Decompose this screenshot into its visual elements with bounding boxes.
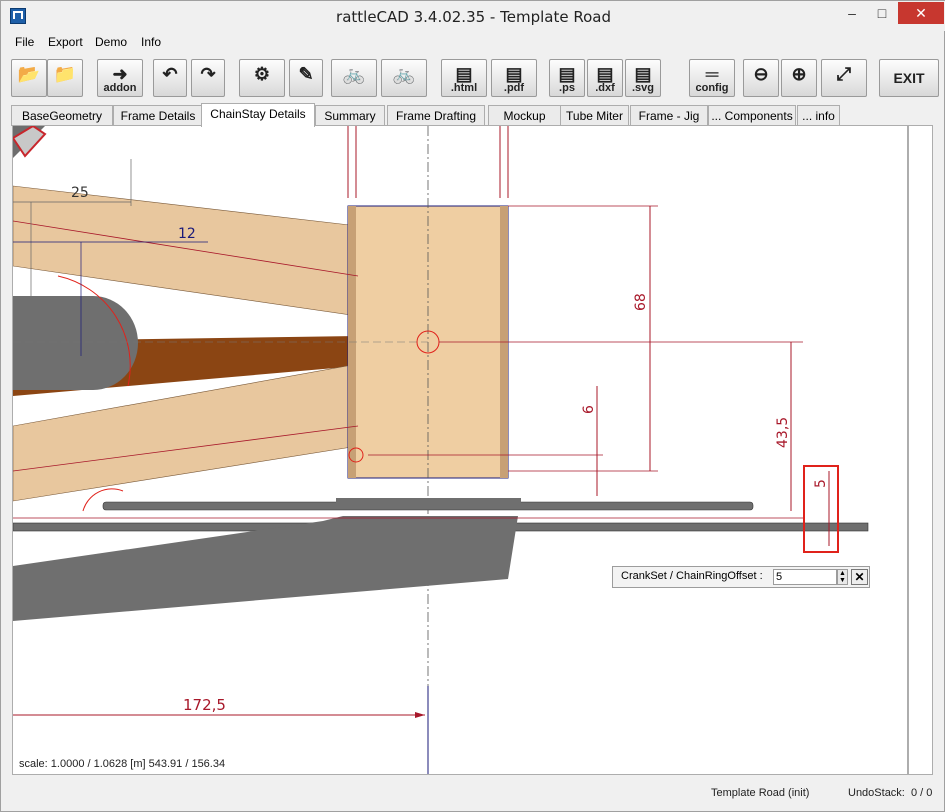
addon-label: addon	[103, 82, 137, 94]
config-slider-icon: ═	[705, 64, 719, 84]
bike-red-alt-icon: 🚲	[392, 64, 416, 84]
open-template-button[interactable]: 📁	[47, 59, 83, 97]
tab-frame-drafting[interactable]: Frame Drafting	[387, 105, 485, 126]
bike-view-button[interactable]: 🚲	[331, 59, 377, 97]
export-ps-button[interactable]: ▤ .ps	[549, 59, 585, 97]
exit-button[interactable]: EXIT	[879, 59, 939, 97]
undo-button[interactable]: ↶	[153, 59, 187, 97]
chainring-offset-dialog: CrankSet / ChainRingOffset : ▲▼ ✕	[612, 566, 870, 588]
render-crankset-button[interactable]: ⚙	[239, 59, 285, 97]
tab-tube-miter[interactable]: Tube Miter	[560, 105, 629, 126]
tab-frame-jig[interactable]: Frame - Jig	[630, 105, 708, 126]
export-dxf-button[interactable]: ▤ .dxf	[587, 59, 623, 97]
zoom-out-button[interactable]: ⊖	[743, 59, 779, 97]
minimize-button[interactable]: –	[837, 2, 867, 24]
addon-button[interactable]: ➜ addon	[97, 59, 143, 97]
tab-components[interactable]: ... Components	[708, 105, 796, 126]
export-dxf-label: .dxf	[595, 82, 615, 94]
export-svg-button[interactable]: ▤ .svg	[625, 59, 661, 97]
zoom-fit-button[interactable]: ⤢	[821, 59, 867, 97]
folder-icon: 📂	[17, 64, 41, 84]
dimension-25-label: 25	[71, 185, 89, 201]
menu-bar: File Export Demo Info	[1, 32, 945, 52]
undo-stack-label: UndoStack:	[848, 787, 905, 799]
crankset-icon: ⚙	[253, 64, 271, 84]
ps-icon: ▤	[558, 64, 576, 84]
config-button[interactable]: ═ config	[689, 59, 735, 97]
tab-info[interactable]: ... info	[797, 105, 840, 126]
zoom-in-button[interactable]: ⊕	[781, 59, 817, 97]
status-bar: Template Road (init) UndoStack: 0 / 0	[1, 781, 945, 805]
undo-stack-value: 0 / 0	[911, 787, 933, 799]
tab-basegeometry[interactable]: BaseGeometry	[11, 105, 113, 126]
dimension-5-label[interactable]: 5	[813, 479, 829, 488]
crank-arm	[13, 516, 518, 621]
menu-file[interactable]: File	[15, 35, 34, 49]
open-file-button[interactable]: 📂	[11, 59, 47, 97]
dimension-172-5-label: 172,5	[183, 696, 226, 714]
export-pdf-label: .pdf	[503, 82, 525, 94]
addon-arrow-icon: ➜	[112, 64, 128, 84]
crank-spider	[336, 498, 521, 504]
template-icon: 📁	[53, 64, 77, 84]
tab-frame-details[interactable]: Frame Details	[113, 105, 203, 126]
menu-demo[interactable]: Demo	[95, 35, 127, 49]
toolbar: 📂 📁 ➜ addon ↶ ↷ ⚙ ✎ 🚲 🚲 ▤ .html ▤ .pdf ▤ .ps ▤ .dxf ▤ .svg ═…	[1, 55, 945, 101]
redo-button[interactable]: ↷	[191, 59, 225, 97]
app-window: rattleCAD 3.4.02.35 - Template Road – □ …	[0, 0, 945, 812]
dxf-icon: ▤	[596, 64, 614, 84]
chainring-offset-spinner[interactable]: ▲ ▼	[837, 569, 848, 585]
dimension-68-label: 68	[633, 293, 649, 311]
window-title: rattleCAD 3.4.02.35 - Template Road	[336, 8, 611, 26]
redo-icon: ↷	[200, 64, 216, 84]
export-ps-label: .ps	[559, 82, 575, 94]
template-status: Template Road (init)	[711, 787, 810, 799]
scale-readout: scale: 1.0000 / 1.0628 [m] 543.91 / 156.…	[19, 758, 226, 770]
pdf-icon: ▤	[505, 64, 523, 84]
dimension-6-label: 6	[581, 405, 597, 414]
drawing-canvas[interactable]: 25 12 68 6 43,5 5 172,5 CrankSet / Chain…	[12, 125, 933, 775]
export-html-button[interactable]: ▤ .html	[441, 59, 487, 97]
export-html-label: .html	[450, 82, 478, 94]
chainring-offset-input[interactable]	[773, 569, 837, 585]
dimension-43-5-label: 43,5	[775, 417, 791, 448]
tab-chainstay-details[interactable]: ChainStay Details	[201, 103, 315, 127]
menu-export[interactable]: Export	[48, 35, 83, 49]
zoom-out-icon: ⊖	[753, 64, 769, 84]
exit-label: EXIT	[893, 70, 925, 86]
pencil-icon: ✎	[298, 64, 314, 84]
chainring-offset-label: CrankSet / ChainRingOffset :	[621, 570, 763, 582]
bike-view-alt-button[interactable]: 🚲	[381, 59, 427, 97]
zoom-fit-icon: ⤢	[836, 64, 852, 84]
chainstay-drawing: 25 12 68 6 43,5 5 172,5	[13, 126, 909, 774]
tab-bar: BaseGeometry Frame Details ChainStay Detai…	[9, 103, 939, 127]
tab-mockup[interactable]: Mockup	[488, 105, 561, 126]
export-pdf-button[interactable]: ▤ .pdf	[491, 59, 537, 97]
zoom-in-icon: ⊕	[791, 64, 807, 84]
tab-summary[interactable]: Summary	[315, 105, 385, 126]
html-icon: ▤	[455, 64, 473, 84]
dimension-12-label: 12	[178, 226, 196, 242]
maximize-button[interactable]: □	[867, 2, 897, 24]
menu-info[interactable]: Info	[141, 35, 161, 49]
svg-icon: ▤	[634, 64, 652, 84]
config-label: config	[695, 82, 729, 94]
export-svg-label: .svg	[631, 82, 654, 94]
bike-red-icon: 🚲	[342, 64, 366, 84]
undo-icon: ↶	[162, 64, 178, 84]
close-window-button[interactable]: ✕	[898, 2, 944, 24]
dialog-close-button[interactable]: ✕	[851, 569, 868, 585]
dimension-5-highlight	[803, 465, 839, 553]
edit-pencil-button[interactable]: ✎	[289, 59, 323, 97]
title-bar: rattleCAD 3.4.02.35 - Template Road – □ …	[1, 1, 945, 31]
dropout-slot	[13, 296, 138, 390]
